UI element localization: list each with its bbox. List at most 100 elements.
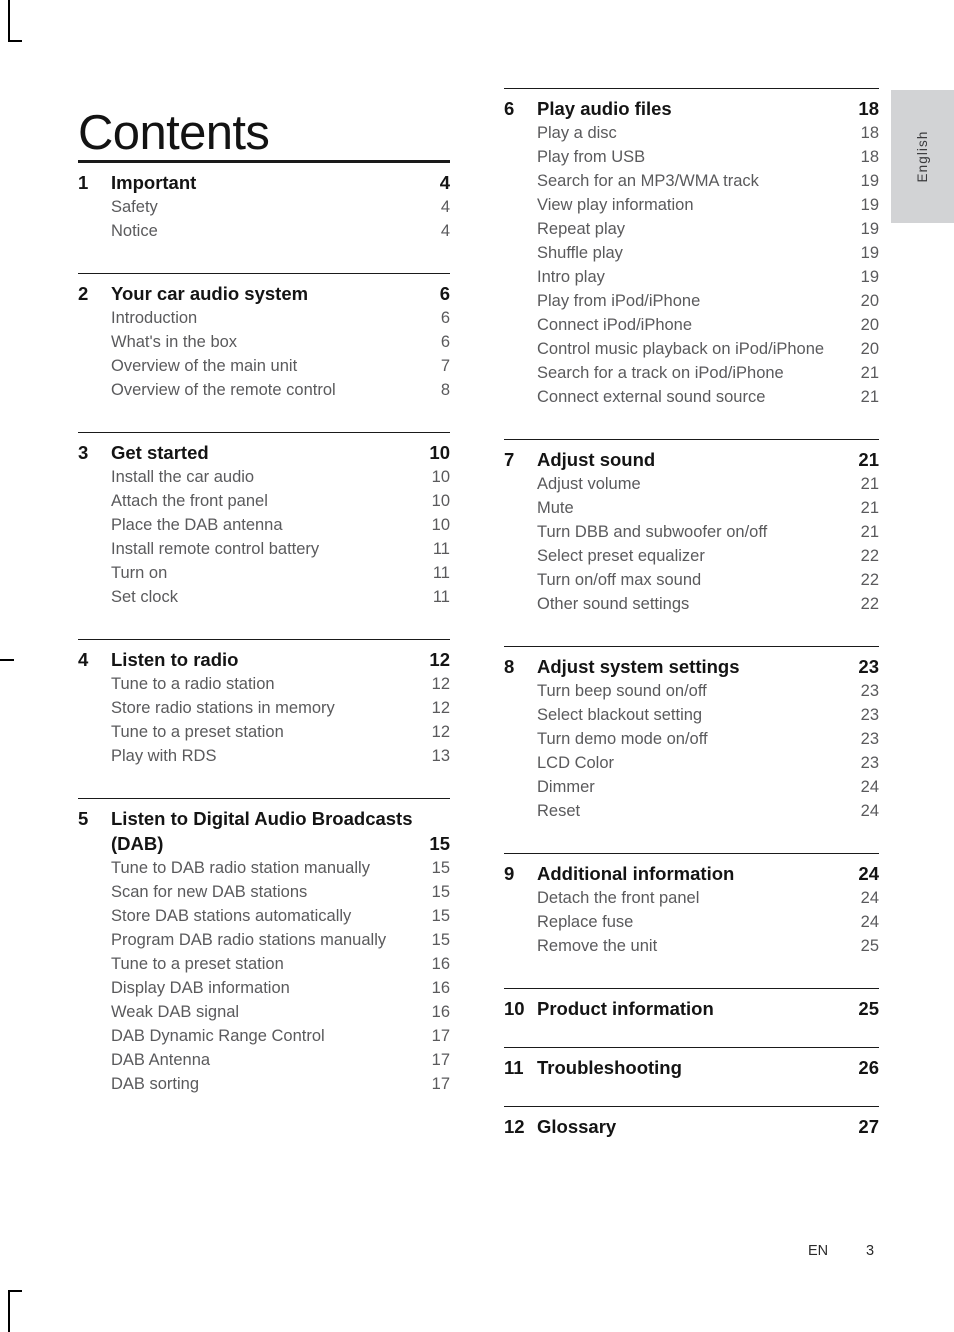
section-divider bbox=[504, 439, 879, 440]
toc-entry[interactable]: Notice 4 bbox=[78, 219, 450, 243]
toc-entry-page-number: 17 bbox=[431, 1075, 450, 1093]
section-divider bbox=[504, 646, 879, 647]
toc-entry[interactable]: Select preset equalizer 22 bbox=[504, 544, 879, 568]
toc-section-heading[interactable]: 10 Product information 25 bbox=[504, 996, 879, 1021]
toc-section-heading[interactable]: 5 Listen to Digital Audio Broadcasts (DAB… bbox=[78, 806, 450, 856]
toc-section-heading[interactable]: 8 Adjust system settings 23 bbox=[504, 654, 879, 679]
toc-entry[interactable]: Place the DAB antenna 10 bbox=[78, 513, 450, 537]
toc-entry[interactable]: Play a disc 18 bbox=[504, 121, 879, 145]
toc-entry[interactable]: Repeat play 19 bbox=[504, 217, 879, 241]
toc-entry-label: Tune to a preset station bbox=[111, 723, 284, 741]
section-divider bbox=[504, 1047, 879, 1048]
toc-entry[interactable]: Turn DBB and subwoofer on/off 21 bbox=[504, 520, 879, 544]
toc-entry[interactable]: Tune to a preset station 12 bbox=[78, 720, 450, 744]
toc-section: 7 Adjust sound 21 Adjust volume 21 Mute 21 Turn… bbox=[504, 439, 879, 616]
toc-entry-page-number: 6 bbox=[440, 333, 450, 351]
toc-entry[interactable]: Control music playback on iPod/iPhone 20 bbox=[504, 337, 879, 361]
toc-entry[interactable]: Play with RDS 13 bbox=[78, 744, 450, 768]
toc-entry[interactable]: Turn on/off max sound 22 bbox=[504, 568, 879, 592]
toc-entry[interactable]: Overview of the remote control 8 bbox=[78, 378, 450, 402]
toc-section-heading[interactable]: 4 Listen to radio 12 bbox=[78, 647, 450, 672]
toc-entry[interactable]: Turn demo mode on/off 23 bbox=[504, 727, 879, 751]
toc-entry[interactable]: Search for a track on iPod/iPhone 21 bbox=[504, 361, 879, 385]
section-number: 10 bbox=[504, 998, 525, 1019]
toc-entry[interactable]: Safety 4 bbox=[78, 195, 450, 219]
toc-entry[interactable]: Detach the front panel 24 bbox=[504, 886, 879, 910]
toc-entry-page-number: 12 bbox=[431, 699, 450, 717]
toc-entry[interactable]: Turn beep sound on/off 23 bbox=[504, 679, 879, 703]
toc-entry[interactable]: Tune to DAB radio station manually 15 bbox=[78, 856, 450, 880]
toc-entry-label: Connect external sound source bbox=[537, 388, 766, 406]
toc-section-heading[interactable]: 9 Additional information 24 bbox=[504, 861, 879, 886]
toc-section-heading[interactable]: 7 Adjust sound 21 bbox=[504, 447, 879, 472]
toc-entry[interactable]: Connect external sound source 21 bbox=[504, 385, 879, 409]
toc-entry-page-number: 19 bbox=[860, 196, 879, 214]
toc-entry[interactable]: Reset 24 bbox=[504, 799, 879, 823]
section-title: Glossary bbox=[537, 1116, 617, 1137]
section-page-number: 4 bbox=[439, 172, 450, 193]
toc-entry[interactable]: Play from iPod/iPhone 20 bbox=[504, 289, 879, 313]
toc-entry[interactable]: Play from USB 18 bbox=[504, 145, 879, 169]
toc-entry[interactable]: View play information 19 bbox=[504, 193, 879, 217]
toc-entry[interactable]: Install the car audio 10 bbox=[78, 465, 450, 489]
toc-subsection-list: Turn beep sound on/off 23 Select blackout … bbox=[504, 679, 879, 823]
toc-entry-label: Introduction bbox=[111, 309, 198, 327]
section-page-number: 10 bbox=[429, 442, 450, 463]
toc-entry[interactable]: Other sound settings 22 bbox=[504, 592, 879, 616]
toc-section-heading[interactable]: 12 Glossary 27 bbox=[504, 1114, 879, 1139]
section-page-number: 27 bbox=[858, 1116, 879, 1137]
toc-entry[interactable]: Display DAB information 16 bbox=[78, 976, 450, 1000]
toc-entry[interactable]: Set clock 11 bbox=[78, 585, 450, 609]
crop-mark-mid-left bbox=[0, 659, 14, 661]
toc-entry[interactable]: Scan for new DAB stations 15 bbox=[78, 880, 450, 904]
toc-entry[interactable]: Install remote control battery 11 bbox=[78, 537, 450, 561]
toc-entry-label: Select blackout setting bbox=[537, 706, 703, 724]
toc-entry[interactable]: Replace fuse 24 bbox=[504, 910, 879, 934]
toc-entry[interactable]: Introduction 6 bbox=[78, 306, 450, 330]
toc-entry[interactable]: Store radio stations in memory 12 bbox=[78, 696, 450, 720]
toc-subsection-list: Introduction 6 What's in the box 6 Overview … bbox=[78, 306, 450, 402]
toc-entry-label: Mute bbox=[537, 499, 574, 517]
toc-entry-label: Install remote control battery bbox=[111, 540, 320, 558]
toc-entry[interactable]: LCD Color 23 bbox=[504, 751, 879, 775]
toc-entry-page-number: 24 bbox=[860, 778, 879, 796]
toc-section-heading[interactable]: 3 Get started 10 bbox=[78, 440, 450, 465]
page-footer: EN 3 bbox=[0, 1243, 954, 1263]
toc-entry[interactable]: What's in the box 6 bbox=[78, 330, 450, 354]
toc-entry[interactable]: DAB sorting 17 bbox=[78, 1072, 450, 1096]
toc-entry[interactable]: Connect iPod/iPhone 20 bbox=[504, 313, 879, 337]
toc-section-heading[interactable]: 6 Play audio files 18 bbox=[504, 96, 879, 121]
toc-entry-label: DAB Antenna bbox=[111, 1051, 211, 1069]
toc-entry-page-number: 19 bbox=[860, 268, 879, 286]
toc-column-left: 1 Important 4 Safety 4 Notice 4 2 Your car audio… bbox=[78, 160, 450, 1096]
toc-entry-page-number: 18 bbox=[860, 124, 879, 142]
toc-entry[interactable]: Tune to a radio station 12 bbox=[78, 672, 450, 696]
toc-entry[interactable]: Overview of the main unit 7 bbox=[78, 354, 450, 378]
toc-entry[interactable]: Remove the unit 25 bbox=[504, 934, 879, 958]
toc-entry[interactable]: Dimmer 24 bbox=[504, 775, 879, 799]
toc-entry[interactable]: Adjust volume 21 bbox=[504, 472, 879, 496]
toc-entry[interactable]: Search for an MP3/WMA track 19 bbox=[504, 169, 879, 193]
toc-entry[interactable]: DAB Dynamic Range Control 17 bbox=[78, 1024, 450, 1048]
footer-page-number: 3 bbox=[866, 1243, 875, 1259]
toc-entry-label: Dimmer bbox=[537, 778, 595, 796]
toc-entry[interactable]: Tune to a preset station 16 bbox=[78, 952, 450, 976]
toc-entry[interactable]: Weak DAB signal 16 bbox=[78, 1000, 450, 1024]
toc-section: 5 Listen to Digital Audio Broadcasts (DAB… bbox=[78, 798, 450, 1096]
toc-entry[interactable]: Intro play 19 bbox=[504, 265, 879, 289]
toc-entry[interactable]: Mute 21 bbox=[504, 496, 879, 520]
toc-entry-page-number: 21 bbox=[860, 388, 879, 406]
toc-entry[interactable]: Attach the front panel 10 bbox=[78, 489, 450, 513]
toc-entry[interactable]: DAB Antenna 17 bbox=[78, 1048, 450, 1072]
section-number: 5 bbox=[78, 808, 89, 829]
toc-entry[interactable]: Turn on 11 bbox=[78, 561, 450, 585]
toc-entry[interactable]: Shuffle play 19 bbox=[504, 241, 879, 265]
toc-section-heading[interactable]: 11 Troubleshooting 26 bbox=[504, 1055, 879, 1080]
toc-entry[interactable]: Program DAB radio stations manually 15 bbox=[78, 928, 450, 952]
toc-entry[interactable]: Store DAB stations automatically 15 bbox=[78, 904, 450, 928]
toc-entry[interactable]: Select blackout setting 23 bbox=[504, 703, 879, 727]
toc-entry-label: Shuffle play bbox=[537, 244, 623, 262]
toc-section-heading[interactable]: 2 Your car audio system 6 bbox=[78, 281, 450, 306]
toc-section-heading[interactable]: 1 Important 4 bbox=[78, 170, 450, 195]
